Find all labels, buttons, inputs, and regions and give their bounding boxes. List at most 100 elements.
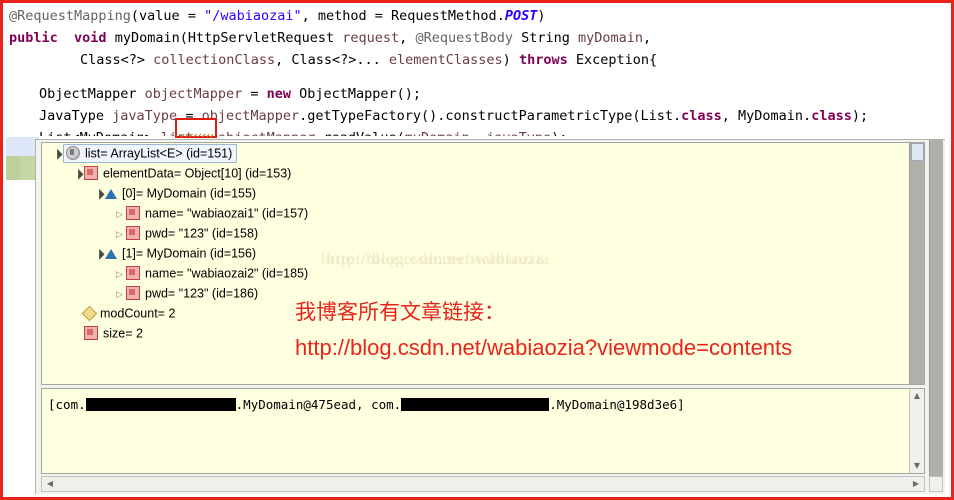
- code-token: elementClasses: [388, 52, 503, 68]
- code-token: .getTypeFactory().constructParametricTyp…: [299, 108, 682, 124]
- tree-row-content: name= "wabiaozai1" (id=157): [126, 205, 308, 221]
- code-token: objectMapper: [218, 130, 316, 136]
- tree-row[interactable]: pwd= "123" (id=158): [42, 223, 924, 243]
- tree-row[interactable]: list= ArrayList<E> (id=151): [42, 143, 924, 163]
- code-token: "/wabiaozai": [204, 8, 302, 24]
- scroll-right-icon[interactable]: ▶: [909, 477, 923, 491]
- expand-collapse-icon-open[interactable]: [92, 183, 105, 204]
- code-token: , MyDomain.: [721, 108, 812, 124]
- console-text-segment: .MyDomain@475ead, com.: [235, 397, 402, 412]
- code-token: (value =: [130, 8, 205, 24]
- outer-vertical-scrollbar[interactable]: [929, 140, 943, 476]
- code-token: Exception{: [567, 52, 658, 68]
- annotation-blog-url: http://blog.csdn.net/wabiaozia?viewmode=…: [295, 335, 793, 360]
- tree-row[interactable]: [0]= MyDomain (id=155): [42, 183, 924, 203]
- code-token: myDomain(HttpServletRequest: [106, 30, 343, 46]
- expand-collapse-icon-open[interactable]: [71, 163, 84, 184]
- tree-row-label: pwd= "123" (id=158): [145, 226, 259, 241]
- expand-collapse-icon-closed[interactable]: [113, 284, 126, 304]
- tree-row[interactable]: elementData= Object[10] (id=153): [42, 163, 924, 183]
- tree-row-label: list= ArrayList<E> (id=151): [85, 146, 233, 161]
- expand-collapse-icon-open[interactable]: [92, 243, 105, 264]
- code-token: @RequestBody: [415, 30, 513, 46]
- code-token: public: [9, 30, 58, 46]
- tree-row[interactable]: name= "wabiaozai1" (id=157): [42, 203, 924, 223]
- code-line[interactable]: Class<?> collectionClass, Class<?>... el…: [3, 49, 657, 71]
- field-icon: [126, 285, 140, 300]
- tree-row-content: pwd= "123" (id=158): [126, 225, 259, 241]
- code-token: @RequestMapping: [9, 8, 131, 24]
- code-token: ,: [399, 30, 416, 46]
- redaction-bar: [401, 398, 550, 411]
- tree-row[interactable]: name= "wabiaozai2" (id=185): [42, 263, 924, 283]
- field-icon: [84, 325, 98, 340]
- code-token: javaType: [486, 130, 551, 136]
- code-line[interactable]: @RequestMapping(value = "/wabiaozai", me…: [3, 5, 545, 27]
- triangle-icon: [105, 188, 117, 199]
- horizontal-scrollbar[interactable]: ◀ ▶: [41, 476, 925, 492]
- tree-row-content: [0]= MyDomain (id=155): [105, 186, 257, 201]
- tree-row-label: [0]= MyDomain (id=155): [122, 186, 257, 201]
- code-line[interactable]: List<MyDomain> list = objectMapper.readV…: [3, 127, 567, 136]
- redaction-bar: [85, 398, 236, 411]
- code-token: );: [851, 108, 869, 124]
- field-icon: [126, 265, 140, 280]
- code-line[interactable]: JavaType javaType = objectMapper.getType…: [3, 105, 868, 127]
- tree-row[interactable]: [1]= MyDomain (id=156): [42, 243, 924, 263]
- code-token: objectMapper: [144, 86, 243, 102]
- console-output[interactable]: [com. .MyDomain@475ead, com. .MyDomain@198…: [41, 388, 925, 474]
- code-token: JavaType: [39, 108, 113, 124]
- tree-row-content: size= 2: [84, 325, 143, 341]
- code-token: collectionClass: [153, 52, 276, 68]
- tree-row-label: size= 2: [103, 326, 143, 341]
- code-token: void: [74, 30, 107, 46]
- code-token: request: [342, 30, 400, 46]
- scroll-left-icon[interactable]: ◀: [43, 477, 57, 491]
- code-token: throws: [518, 52, 568, 68]
- code-token: ,: [470, 130, 486, 136]
- triangle-icon: [105, 248, 117, 259]
- code-token: String: [512, 30, 579, 46]
- gutter-marker-green-accent: [6, 156, 20, 180]
- console-vertical-scrollbar[interactable]: ▲ ▼: [909, 389, 924, 473]
- code-token: ObjectMapper: [39, 86, 145, 102]
- tree-row-label: [1]= MyDomain (id=156): [122, 246, 257, 261]
- code-token: =: [242, 86, 267, 102]
- expand-collapse-icon-closed[interactable]: [113, 224, 126, 244]
- console-output-text: [com. .MyDomain@475ead, com. .MyDomain@198…: [48, 396, 685, 414]
- tree-row-label: modCount= 2: [100, 306, 176, 321]
- tree-row-content: pwd= "123" (id=186): [126, 285, 259, 301]
- code-token: new: [266, 86, 291, 102]
- code-line[interactable]: ObjectMapper objectMapper = new ObjectMa…: [3, 83, 421, 105]
- field-icon: [84, 165, 98, 180]
- tree-row-label: elementData= Object[10] (id=153): [103, 166, 292, 181]
- code-token: , Class<?>...: [275, 52, 389, 68]
- code-token: ): [537, 8, 546, 24]
- code-token: POST: [504, 8, 538, 24]
- object-icon: [66, 145, 80, 160]
- screenshot-root: @RequestMapping(value = "/wabiaozai", me…: [0, 0, 954, 500]
- expand-collapse-icon-closed[interactable]: [113, 204, 126, 224]
- code-token: ): [502, 52, 519, 68]
- code-token: Class<?>: [80, 52, 154, 68]
- code-token: ObjectMapper();: [291, 86, 422, 102]
- tree-row-label: pwd= "123" (id=186): [145, 286, 259, 301]
- expand-collapse-icon-closed[interactable]: [113, 264, 126, 284]
- tree-scrollbar-thumb[interactable]: [911, 143, 924, 161]
- code-token: .readValue(: [315, 130, 404, 136]
- code-line[interactable]: public void myDomain(HttpServletRequest …: [3, 27, 651, 49]
- scroll-down-icon[interactable]: ▼: [910, 459, 924, 473]
- expand-collapse-icon-open[interactable]: [50, 143, 63, 164]
- code-editor[interactable]: @RequestMapping(value = "/wabiaozai", me…: [3, 3, 951, 136]
- console-text-segment: .MyDomain@198d3e6]: [549, 397, 685, 412]
- code-token: class: [811, 108, 852, 124]
- tree-vertical-scrollbar[interactable]: [909, 143, 924, 384]
- code-token: List<MyDomain>: [39, 130, 161, 136]
- field-icon: [126, 205, 140, 220]
- scroll-up-icon[interactable]: ▲: [910, 389, 924, 403]
- diamond-icon: [81, 305, 98, 322]
- code-token: class: [681, 108, 722, 124]
- code-token: );: [551, 130, 567, 136]
- variable-warning-underline: [179, 134, 213, 137]
